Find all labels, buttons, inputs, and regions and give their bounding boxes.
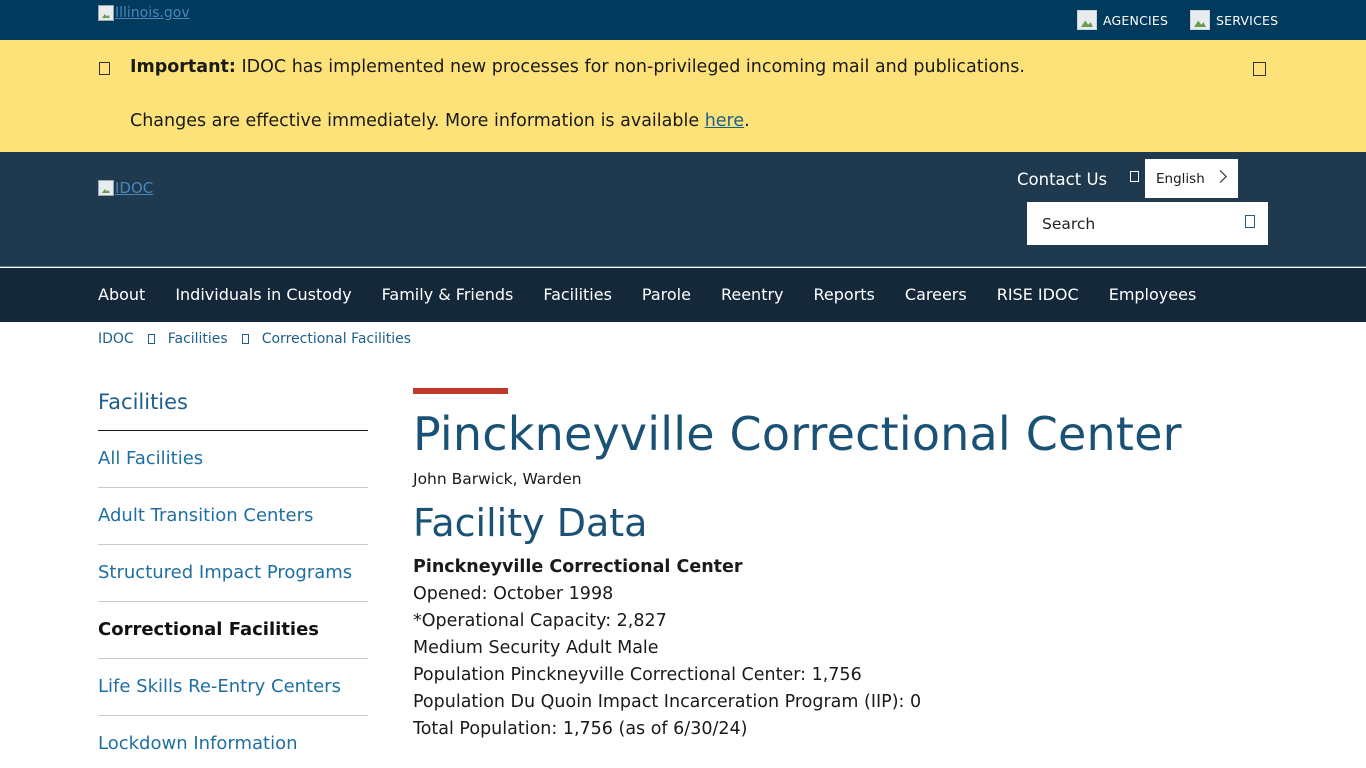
nav-item-facilities[interactable]: Facilities: [543, 285, 612, 304]
facility-name: Pinckneyville Correctional Center: [413, 557, 743, 577]
alert-more-info-link[interactable]: here: [705, 111, 744, 131]
breadcrumb-item[interactable]: Correctional Facilities: [262, 331, 411, 347]
facility-fact: Medium Security Adult Male: [413, 638, 659, 658]
facility-fact: Opened: October 1998: [413, 584, 614, 604]
illinois-gov-logo-alt: Illinois.gov: [115, 5, 190, 21]
language-label: English: [1156, 170, 1205, 187]
facility-fact: Population Pinckneyville Correctional Ce…: [413, 665, 862, 685]
sidebar-item-correctional-facilities[interactable]: Correctional Facilities: [98, 602, 368, 659]
agencies-link[interactable]: AGENCIES: [1077, 10, 1168, 30]
services-link[interactable]: SERVICES: [1190, 10, 1278, 30]
facility-fact: *Operational Capacity: 2,827: [413, 611, 667, 631]
broken-image-icon: [98, 180, 114, 196]
breadcrumb: IDOC Facilities Correctional Facilities: [98, 331, 411, 347]
services-icon: [1190, 10, 1210, 30]
page-title: Pinckneyville Correctional Center: [413, 407, 1182, 461]
illinois-gov-logo[interactable]: Illinois.gov: [98, 5, 190, 21]
globe-icon: [1130, 171, 1139, 182]
top-bar: Illinois.gov AGENCIES SERVICES: [0, 0, 1366, 40]
idoc-logo[interactable]: IDOC: [98, 179, 153, 197]
chevron-right-icon: [147, 334, 155, 344]
language-selector[interactable]: English: [1145, 159, 1238, 198]
alert-line-1: Important: IDOC has implemented new proc…: [130, 57, 1025, 77]
site-header: IDOC Contact Us English: [0, 152, 1366, 267]
services-label: SERVICES: [1216, 12, 1279, 28]
contact-us-link[interactable]: Contact Us: [1017, 170, 1107, 189]
alert-line2-text: Changes are effective immediately. More …: [130, 111, 700, 131]
main-content: Pinckneyville Correctional Center John B…: [413, 388, 1313, 743]
sidebar-item-adult-transition-centers[interactable]: Adult Transition Centers: [98, 488, 368, 545]
sidebar-title[interactable]: Facilities: [98, 383, 368, 431]
nav-item-employees[interactable]: Employees: [1109, 285, 1197, 304]
agencies-icon: [1077, 10, 1097, 30]
sidebar-item-all-facilities[interactable]: All Facilities: [98, 431, 368, 488]
alert-line-2: Changes are effective immediately. More …: [130, 111, 750, 131]
sidebar-item-life-skills-re-entry-centers[interactable]: Life Skills Re-Entry Centers: [98, 659, 368, 716]
nav-item-reports[interactable]: Reports: [814, 285, 875, 304]
main-nav: About Individuals in Custody Family & Frie…: [0, 268, 1366, 322]
idoc-logo-alt: IDOC: [115, 179, 154, 197]
alert-label: Important:: [130, 57, 236, 77]
nav-item-individuals-in-custody[interactable]: Individuals in Custody: [175, 285, 351, 304]
main-nav-list: About Individuals in Custody Family & Frie…: [98, 285, 1226, 304]
warden-name: John Barwick, Warden: [413, 470, 582, 488]
facility-fact: Total Population: 1,756 (as of 6/30/24): [413, 719, 748, 739]
alert-message: IDOC has implemented new processes for n…: [241, 57, 1025, 77]
breadcrumb-item[interactable]: Facilities: [168, 331, 228, 347]
nav-item-family-friends[interactable]: Family & Friends: [382, 285, 514, 304]
section-title: Facility Data: [413, 501, 648, 545]
broken-image-icon: [98, 5, 114, 21]
accent-bar: [413, 388, 508, 394]
breadcrumb-item[interactable]: IDOC: [98, 331, 134, 347]
important-alert: Important: IDOC has implemented new proc…: [0, 40, 1366, 152]
nav-item-parole[interactable]: Parole: [642, 285, 691, 304]
sidebar-list: All Facilities Adult Transition Centers St…: [98, 431, 368, 768]
agencies-label: AGENCIES: [1103, 12, 1169, 28]
nav-item-careers[interactable]: Careers: [905, 285, 967, 304]
close-icon[interactable]: [1253, 62, 1266, 76]
chevron-right-icon: [1214, 170, 1227, 183]
sidebar-item-structured-impact-programs[interactable]: Structured Impact Programs: [98, 545, 368, 602]
nav-item-about[interactable]: About: [98, 285, 145, 304]
warning-icon: [99, 62, 110, 75]
nav-item-reentry[interactable]: Reentry: [721, 285, 784, 304]
alert-line2-end: .: [744, 111, 750, 131]
facility-facts: Pinckneyville Correctional Center Opened…: [413, 554, 1313, 743]
search-input[interactable]: [1027, 202, 1268, 245]
search-icon[interactable]: [1245, 215, 1255, 228]
sidebar: Facilities All Facilities Adult Transitio…: [98, 383, 368, 768]
facility-fact: Population Du Quoin Impact Incarceration…: [413, 692, 922, 712]
sidebar-item-lockdown-information[interactable]: Lockdown Information: [98, 716, 368, 768]
chevron-right-icon: [241, 334, 249, 344]
nav-item-rise-idoc[interactable]: RISE IDOC: [997, 285, 1079, 304]
